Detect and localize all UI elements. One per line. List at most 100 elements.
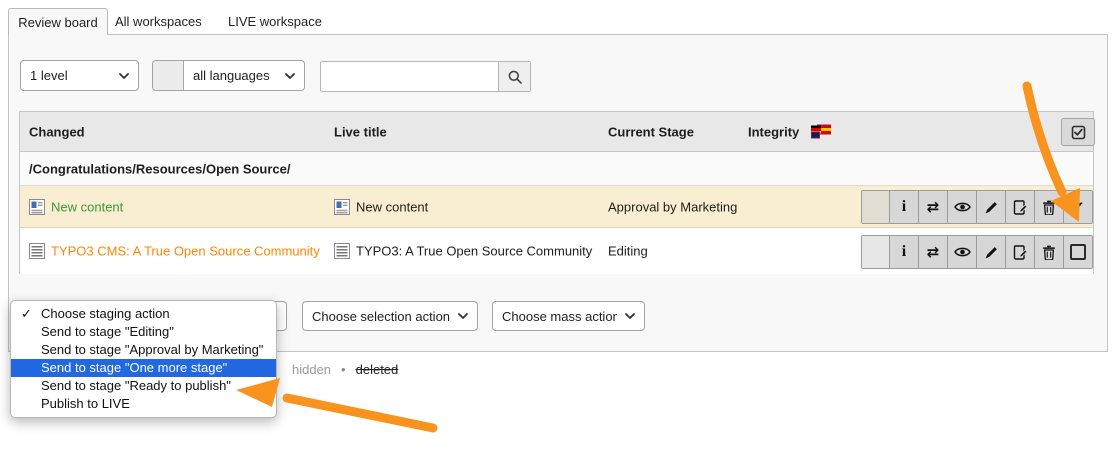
search-button[interactable] — [498, 62, 530, 91]
table-row[interactable]: New content New content Approval by Mark… — [20, 186, 1093, 228]
page-path: /Congratulations/Resources/Open Source/ — [29, 161, 291, 176]
tab-live-workspace[interactable]: LIVE workspace — [228, 8, 322, 34]
row-select-checkbox-checked[interactable]: ✔ — [1063, 191, 1092, 223]
arrow-to-menu-item — [287, 398, 433, 428]
menu-item-publish-to-live[interactable]: Publish to LIVE — [11, 395, 276, 413]
row-select-checkbox-unchecked[interactable] — [1063, 236, 1092, 268]
tab-all-workspaces-label: All workspaces — [115, 14, 202, 29]
content-element-icon — [334, 199, 350, 215]
menu-item-label: Send to stage "Ready to publish" — [41, 378, 231, 393]
document-edit-icon — [1013, 245, 1028, 260]
content-element-icon — [29, 199, 45, 215]
search-group — [320, 61, 531, 92]
row-actions: i ⇄ — [861, 235, 1093, 269]
page-path-row: /Congratulations/Resources/Open Source/ — [20, 152, 1093, 186]
discard-button[interactable] — [1034, 236, 1063, 268]
menu-item-label: Send to stage "One more stage" — [41, 360, 227, 375]
legend-hidden: hidden — [292, 362, 331, 377]
menu-item-label: Send to stage "Editing" — [41, 324, 174, 339]
column-header-live-title: Live title — [334, 124, 387, 139]
workspace-records-table: Changed Live title Current Stage Integri… — [19, 111, 1094, 274]
languages-flags-icon — [811, 124, 831, 139]
language-flag-addon — [153, 61, 184, 90]
legend-separator: • — [341, 362, 346, 377]
edit-button[interactable] — [976, 191, 1005, 223]
info-button[interactable]: i — [889, 236, 918, 268]
open-version-button[interactable] — [1005, 191, 1034, 223]
changed-title[interactable]: New content — [51, 199, 123, 214]
chevron-down-icon — [458, 313, 468, 319]
send-to-stage-button[interactable]: ⇄ — [918, 191, 947, 223]
menu-item-send-to-approval-by-marketing[interactable]: Send to stage "Approval by Marketing" — [11, 341, 276, 359]
eye-icon — [954, 201, 971, 213]
mass-action-value: Choose mass action — [502, 309, 617, 324]
column-header-changed: Changed — [29, 124, 85, 139]
send-to-stage-button[interactable]: ⇄ — [918, 236, 947, 268]
tab-review-board-label: Review board — [18, 15, 98, 30]
discard-button[interactable] — [1034, 191, 1063, 223]
tab-live-workspace-label: LIVE workspace — [228, 14, 322, 29]
tab-review-board[interactable]: Review board — [8, 8, 108, 35]
search-input[interactable] — [321, 62, 498, 91]
column-header-integrity: Integrity — [748, 124, 799, 139]
document-edit-icon — [1013, 200, 1028, 215]
checkbox-empty-icon — [1070, 244, 1086, 260]
selection-action-select[interactable]: Choose selection action — [302, 301, 478, 331]
pencil-icon — [984, 245, 999, 260]
table-header-row: Changed Live title Current Stage Integri… — [20, 112, 1093, 152]
menu-item-label: Publish to LIVE — [41, 396, 130, 411]
legend-deleted: deleted — [356, 362, 399, 377]
action-spacer — [862, 236, 889, 268]
depth-select-value: 1 level — [30, 68, 68, 83]
current-stage: Editing — [608, 244, 648, 259]
swap-arrows-icon: ⇄ — [927, 245, 940, 260]
current-stage: Approval by Marketing — [608, 199, 737, 214]
info-icon: i — [902, 199, 906, 215]
trash-icon — [1042, 200, 1056, 215]
info-icon: i — [902, 244, 906, 260]
chevron-down-icon — [285, 73, 295, 79]
staging-action-menu: ✓ Choose staging action Send to stage "E… — [10, 300, 277, 418]
checkbox-checked-icon — [1071, 125, 1086, 140]
language-select[interactable]: all languages — [184, 61, 304, 90]
swap-arrows-icon: ⇄ — [927, 200, 940, 215]
menu-check-icon: ✓ — [21, 305, 32, 323]
workspaces-module: { "tabs": [ {"label": "Review board", "a… — [0, 0, 1116, 472]
language-select-value: all languages — [193, 68, 270, 83]
menu-item-choose-staging-action[interactable]: ✓ Choose staging action — [11, 305, 276, 323]
table-row[interactable]: TYPO3 CMS: A True Open Source Community … — [20, 228, 1093, 274]
chevron-down-icon — [119, 73, 129, 79]
chevron-down-icon — [625, 313, 635, 319]
search-icon — [507, 69, 523, 85]
live-title: TYPO3: A True Open Source Community — [356, 244, 592, 259]
open-version-button[interactable] — [1005, 236, 1034, 268]
flag-uk — [811, 131, 820, 138]
column-header-current-stage: Current Stage — [608, 124, 694, 139]
changed-title[interactable]: TYPO3 CMS: A True Open Source Community — [51, 244, 320, 259]
selection-action-value: Choose selection action — [312, 309, 450, 324]
info-button[interactable]: i — [889, 191, 918, 223]
eye-icon — [954, 246, 971, 258]
menu-item-send-to-one-more-stage[interactable]: Send to stage "One more stage" — [11, 359, 276, 377]
text-element-icon — [334, 243, 350, 259]
preview-button[interactable] — [947, 236, 976, 268]
menu-item-send-to-editing[interactable]: Send to stage "Editing" — [11, 323, 276, 341]
select-all-button[interactable] — [1061, 118, 1095, 146]
edit-button[interactable] — [976, 236, 1005, 268]
legend: hidden • deleted — [292, 361, 398, 377]
action-spacer — [862, 191, 889, 223]
tab-all-workspaces[interactable]: All workspaces — [115, 8, 202, 34]
language-select-group: all languages — [152, 60, 305, 91]
live-title: New content — [356, 199, 428, 214]
trash-icon — [1042, 245, 1056, 260]
preview-button[interactable] — [947, 191, 976, 223]
depth-select[interactable]: 1 level — [20, 60, 139, 91]
menu-item-label: Send to stage "Approval by Marketing" — [41, 342, 263, 357]
pencil-icon — [984, 200, 999, 215]
check-icon: ✔ — [1072, 200, 1085, 215]
text-element-icon — [29, 243, 45, 259]
mass-action-select[interactable]: Choose mass action — [492, 301, 645, 331]
row-actions: i ⇄ ✔ — [861, 190, 1093, 224]
menu-item-label: Choose staging action — [41, 306, 170, 321]
menu-item-send-to-ready-to-publish[interactable]: Send to stage "Ready to publish" — [11, 377, 276, 395]
